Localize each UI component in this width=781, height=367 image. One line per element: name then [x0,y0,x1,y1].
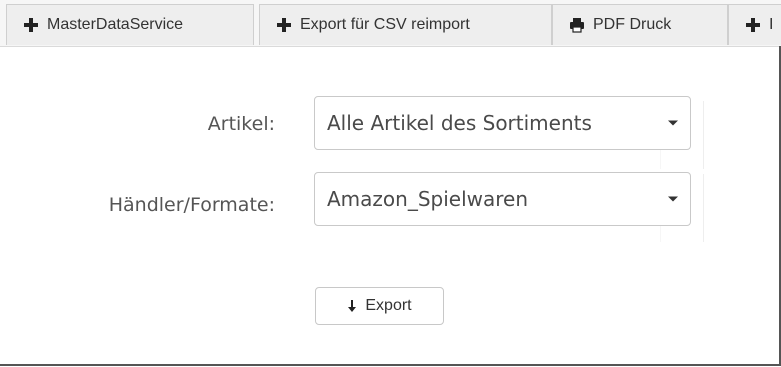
download-arrow-icon [347,300,357,312]
artikel-select-value: Alle Artikel des Sortiments [327,111,592,135]
tab-label: Export für CSV reimport [300,16,470,33]
haendler-select[interactable]: Amazon_Spielwaren [314,172,691,226]
tab-label: I [769,16,774,33]
plus-icon [23,17,39,33]
caret-down-icon [668,120,678,126]
tab-master-data-service[interactable]: MasterDataService [6,4,254,45]
export-button[interactable]: Export [315,287,444,325]
tab-pdf-druck[interactable]: PDF Druck [552,4,728,45]
artikel-select[interactable]: Alle Artikel des Sortiments [314,96,691,150]
haendler-label: Händler/Formate: [108,194,275,216]
plus-icon [276,17,292,33]
export-panel: Artikel: Alle Artikel des Sortiments Hän… [0,46,781,366]
tab-label: MasterDataService [47,16,184,33]
artikel-label: Artikel: [207,113,275,135]
plus-icon [745,17,761,33]
print-icon [569,17,585,33]
tab-export-csv-reimport[interactable]: Export für CSV reimport [259,4,552,45]
caret-down-icon [668,196,678,202]
tab-label: PDF Druck [593,16,672,33]
tab-overflow[interactable]: I [728,4,781,45]
tab-bar: MasterDataService Export für CSV reimpor… [0,0,781,47]
haendler-select-value: Amazon_Spielwaren [327,187,529,211]
export-button-label: Export [365,297,412,314]
